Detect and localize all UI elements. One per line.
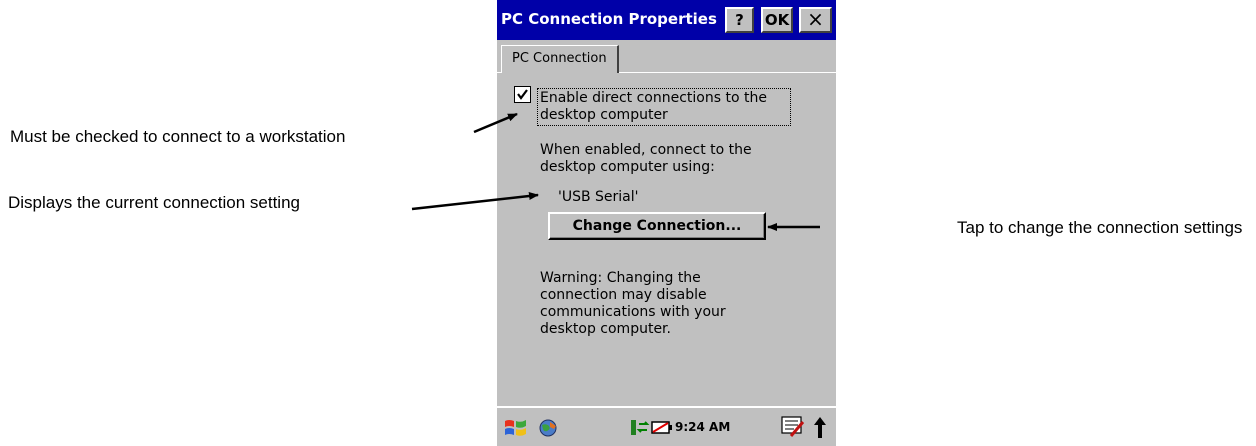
arrow-to-checkbox	[473, 112, 518, 134]
arrow-to-setting	[411, 192, 539, 211]
callout-arrows	[411, 112, 820, 231]
